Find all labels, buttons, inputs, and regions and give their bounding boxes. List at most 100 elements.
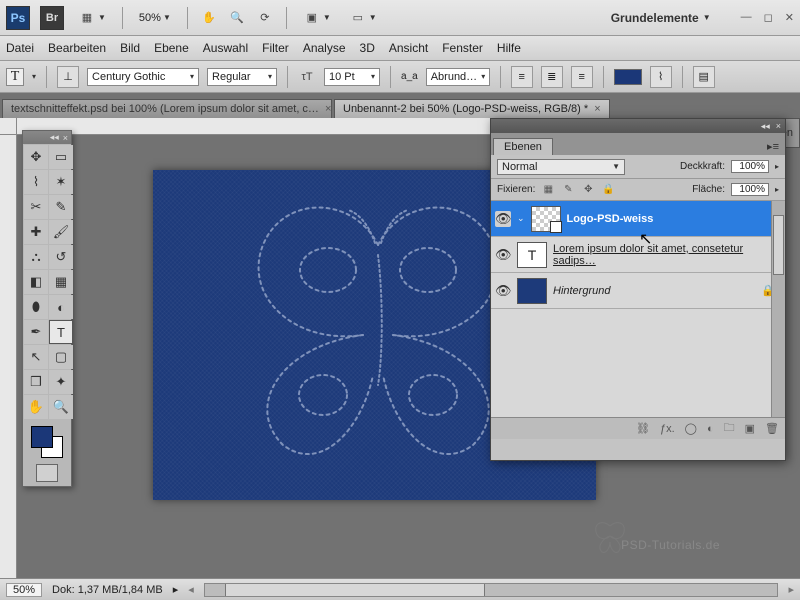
eyedropper-tool-icon[interactable]: ✎ [49, 195, 73, 219]
color-swatches[interactable] [29, 424, 65, 460]
arrange-documents-dropdown[interactable]: ▣▼ [299, 7, 335, 29]
menu-hilfe[interactable]: Hilfe [497, 41, 521, 55]
3d-camera-tool-icon[interactable]: ✦ [49, 370, 73, 394]
quickmask-button[interactable] [36, 464, 58, 482]
history-brush-tool-icon[interactable]: ↺ [49, 245, 73, 269]
healing-tool-icon[interactable]: ✚ [24, 220, 48, 244]
status-info-menu-icon[interactable]: ▸ [173, 583, 179, 596]
marquee-tool-icon[interactable]: ▭ [49, 145, 73, 169]
lock-position-icon[interactable]: ✥ [581, 183, 595, 197]
lock-all-icon[interactable]: 🔒 [601, 183, 615, 197]
menu-ansicht[interactable]: Ansicht [389, 41, 428, 55]
layer-name[interactable]: Hintergrund [553, 285, 755, 297]
panel-header[interactable]: ◂◂× [23, 131, 71, 144]
add-mask-icon[interactable]: ◯ [685, 422, 697, 435]
zoom-level-dropdown[interactable]: 50%▼ [135, 10, 175, 26]
warp-text-button[interactable]: ⌇ [650, 66, 672, 88]
menu-analyse[interactable]: Analyse [303, 41, 346, 55]
menu-bearbeiten[interactable]: Bearbeiten [48, 41, 106, 55]
menu-filter[interactable]: Filter [262, 41, 289, 55]
menu-auswahl[interactable]: Auswahl [203, 41, 248, 55]
document-tab[interactable]: textschnitteffekt.psd bei 100% (Lorem ip… [2, 99, 332, 118]
path-select-tool-icon[interactable]: ↖ [24, 345, 48, 369]
menu-bild[interactable]: Bild [120, 41, 140, 55]
dodge-tool-icon[interactable]: ◐ [49, 295, 73, 319]
screen-mode-dropdown[interactable]: ▭▼ [345, 7, 381, 29]
menu-3d[interactable]: 3D [360, 41, 375, 55]
ruler-origin[interactable] [0, 118, 17, 135]
text-color-swatch[interactable] [614, 69, 642, 85]
visibility-toggle-icon[interactable]: 👁 [495, 211, 511, 227]
panel-menu-icon[interactable]: ▸≡ [761, 138, 785, 155]
pen-tool-icon[interactable]: ✒ [24, 320, 48, 344]
close-tab-icon[interactable]: × [325, 103, 331, 115]
type-tool-preset-icon[interactable]: T [6, 68, 24, 86]
close-tab-icon[interactable]: × [594, 103, 600, 115]
align-center-button[interactable]: ≣ [541, 66, 563, 88]
layer-row[interactable]: 👁 ⌄ Logo-PSD-weiss [491, 201, 785, 237]
layer-name[interactable]: Lorem ipsum dolor sit amet, consetetur s… [553, 243, 781, 267]
opacity-input[interactable]: 100% [731, 160, 769, 173]
fill-slider-icon[interactable]: ▸ [775, 185, 779, 194]
layer-name[interactable]: Logo-PSD-weiss [567, 213, 781, 225]
visibility-toggle-icon[interactable]: 👁 [495, 247, 511, 263]
rotate-view-icon[interactable]: ⟳ [256, 9, 274, 27]
adjustment-layer-icon[interactable]: ◐ [707, 423, 714, 435]
new-layer-icon[interactable]: ▣ [745, 422, 755, 435]
maximize-icon[interactable]: ◻ [764, 11, 773, 24]
lock-transparent-icon[interactable]: ▦ [541, 183, 555, 197]
visibility-toggle-icon[interactable]: 👁 [495, 283, 511, 299]
status-zoom[interactable]: 50% [6, 583, 42, 597]
layer-thumbnail[interactable] [517, 278, 547, 304]
layer-thumbnail[interactable] [531, 206, 561, 232]
view-extras-dropdown[interactable]: ▦▼ [74, 7, 110, 29]
fill-input[interactable]: 100% [731, 183, 769, 196]
minimize-icon[interactable]: — [741, 11, 752, 24]
brush-tool-icon[interactable]: 🖌 [49, 220, 73, 244]
new-group-icon[interactable]: 🗀 [724, 419, 735, 438]
hand-tool-icon[interactable]: ✋ [24, 395, 48, 419]
zoom-tool-icon[interactable]: 🔍 [49, 395, 73, 419]
vertical-ruler[interactable] [0, 135, 17, 578]
font-size-dropdown[interactable]: 10 Pt▾ [324, 68, 380, 86]
panel-titlebar[interactable]: ◂◂× [491, 119, 785, 133]
menu-datei[interactable]: Datei [6, 41, 34, 55]
layer-row[interactable]: 👁 T Lorem ipsum dolor sit amet, consetet… [491, 237, 785, 273]
scrollbar-horizontal[interactable] [204, 583, 779, 597]
link-layers-icon[interactable]: ⛓ [636, 422, 650, 435]
hand-icon[interactable]: ✋ [200, 9, 218, 27]
lasso-tool-icon[interactable]: ⌇ [24, 170, 48, 194]
shape-tool-icon[interactable]: ▢ [49, 345, 73, 369]
layer-thumbnail[interactable]: T [517, 242, 547, 268]
font-style-dropdown[interactable]: Regular▾ [207, 68, 277, 86]
eraser-tool-icon[interactable]: ◧ [24, 270, 48, 294]
layer-fx-icon[interactable]: ƒx. [660, 423, 675, 435]
font-family-dropdown[interactable]: Century Gothic▾ [87, 68, 199, 86]
status-doc-info[interactable]: Dok: 1,37 MB/1,84 MB [52, 584, 163, 596]
menu-fenster[interactable]: Fenster [442, 41, 483, 55]
layer-row[interactable]: 👁 Hintergrund 🔒 [491, 273, 785, 309]
document-tab[interactable]: Unbenannt-2 bei 50% (Logo-PSD-weiss, RGB… [334, 99, 610, 118]
move-tool-icon[interactable]: ✥ [24, 145, 48, 169]
delete-layer-icon[interactable]: 🗑 [765, 422, 779, 435]
type-tool-icon[interactable]: T [49, 320, 73, 344]
align-right-button[interactable]: ≡ [571, 66, 593, 88]
blur-tool-icon[interactable]: ⬮ [24, 295, 48, 319]
stamp-tool-icon[interactable]: ⛬ [24, 245, 48, 269]
align-left-button[interactable]: ≡ [511, 66, 533, 88]
foreground-color-swatch[interactable] [31, 426, 53, 448]
gradient-tool-icon[interactable]: ▦ [49, 270, 73, 294]
character-panel-button[interactable]: ▤ [693, 66, 715, 88]
close-icon[interactable]: ✕ [785, 11, 794, 24]
opacity-slider-icon[interactable]: ▸ [775, 162, 779, 171]
crop-tool-icon[interactable]: ✂ [24, 195, 48, 219]
antialias-dropdown[interactable]: Abrund…▾ [426, 68, 490, 86]
workspace-switcher[interactable]: Grundelemente▼ [611, 11, 711, 25]
3d-tool-icon[interactable]: ❒ [24, 370, 48, 394]
zoom-icon[interactable]: 🔍 [228, 9, 246, 27]
quickselect-tool-icon[interactable]: ✶ [49, 170, 73, 194]
bridge-logo-icon[interactable]: Br [40, 6, 64, 30]
scrollbar-vertical[interactable] [771, 201, 785, 417]
menu-ebene[interactable]: Ebene [154, 41, 189, 55]
text-orientation-button[interactable]: ⊥ [57, 66, 79, 88]
